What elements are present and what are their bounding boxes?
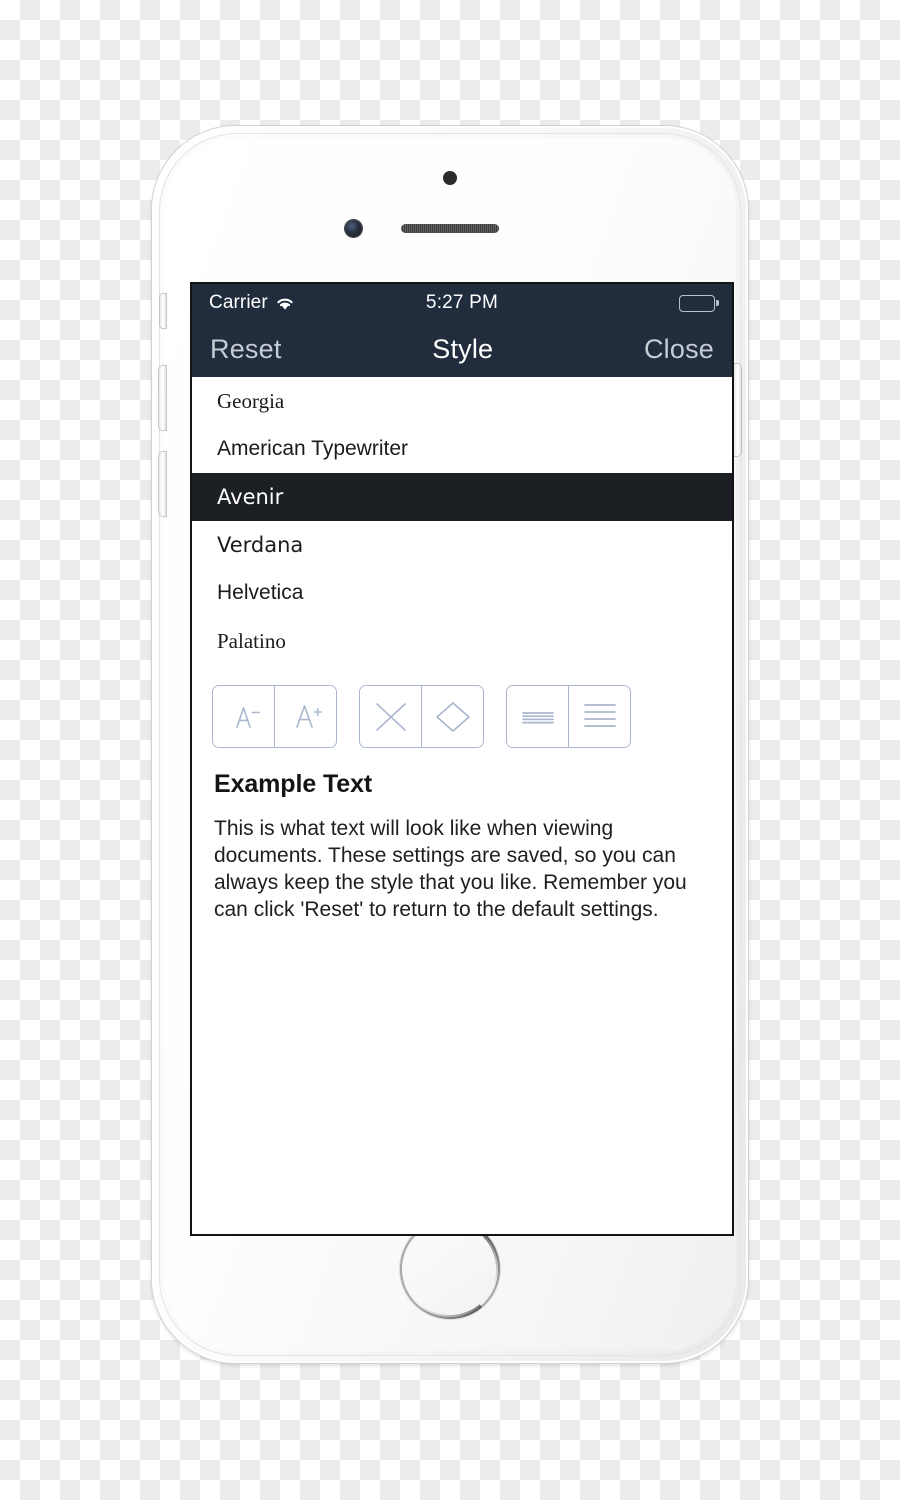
status-bar-right: [498, 294, 719, 312]
phone-screen: Carrier 5:27 PM Reset Style Close Georgi…: [192, 284, 732, 1234]
example-heading: Example Text: [214, 770, 373, 798]
font-list-item-verdana[interactable]: Verdana: [192, 521, 732, 569]
phone-front-face: Carrier 5:27 PM Reset Style Close Georgi…: [159, 138, 741, 1351]
front-camera-icon: [345, 220, 362, 237]
wide-margin-button[interactable]: [421, 686, 483, 747]
volume-up-button[interactable]: [159, 452, 166, 516]
status-bar: Carrier 5:27 PM: [192, 284, 732, 322]
line-spacing-loose-icon: [580, 700, 620, 734]
font-list-item-avenir[interactable]: Avenir: [192, 473, 732, 521]
style-toolbar: [192, 665, 732, 748]
example-preview: Example Text This is what text will look…: [192, 748, 732, 924]
increase-font-size-button[interactable]: [274, 686, 336, 747]
phone-device: Carrier 5:27 PM Reset Style Close Georgi…: [152, 126, 748, 1363]
close-button[interactable]: Close: [644, 334, 714, 365]
proximity-sensor-icon: [443, 171, 457, 185]
loose-line-spacing-button[interactable]: [568, 686, 630, 747]
font-list: Georgia American Typewriter Avenir Verda…: [192, 377, 732, 665]
margin-wide-icon: [434, 700, 472, 734]
font-list-item-georgia[interactable]: Georgia: [192, 377, 732, 425]
volume-down-button[interactable]: [159, 366, 166, 430]
earpiece-speaker-icon: [401, 224, 499, 233]
battery-full-icon: [679, 294, 719, 312]
decrease-font-size-button[interactable]: [213, 686, 274, 747]
carrier-label: Carrier: [209, 292, 268, 313]
line-spacing-group: [506, 685, 631, 748]
font-size-group: [212, 685, 337, 748]
narrow-margin-button[interactable]: [360, 686, 421, 747]
line-spacing-tight-icon: [518, 700, 558, 734]
navigation-bar: Reset Style Close: [192, 322, 732, 377]
example-body-text: This is what text will look like when vi…: [214, 817, 687, 921]
status-bar-time: 5:27 PM: [425, 292, 499, 313]
power-button[interactable]: [734, 364, 741, 456]
reset-button[interactable]: Reset: [210, 334, 282, 365]
tight-line-spacing-button[interactable]: [507, 686, 568, 747]
margin-narrow-icon: [372, 700, 410, 734]
font-list-item-american-typewriter[interactable]: American Typewriter: [192, 425, 732, 473]
letter-a-plus-icon: [286, 700, 326, 734]
home-button[interactable]: [402, 1221, 498, 1317]
font-list-item-palatino[interactable]: Palatino: [192, 617, 732, 665]
mute-switch[interactable]: [160, 294, 166, 328]
font-list-item-helvetica[interactable]: Helvetica: [192, 569, 732, 617]
margin-group: [359, 685, 484, 748]
letter-a-minus-icon: [224, 700, 264, 734]
page-title: Style: [432, 334, 494, 364]
wifi-icon: [275, 296, 295, 311]
status-bar-left: Carrier: [209, 292, 426, 314]
